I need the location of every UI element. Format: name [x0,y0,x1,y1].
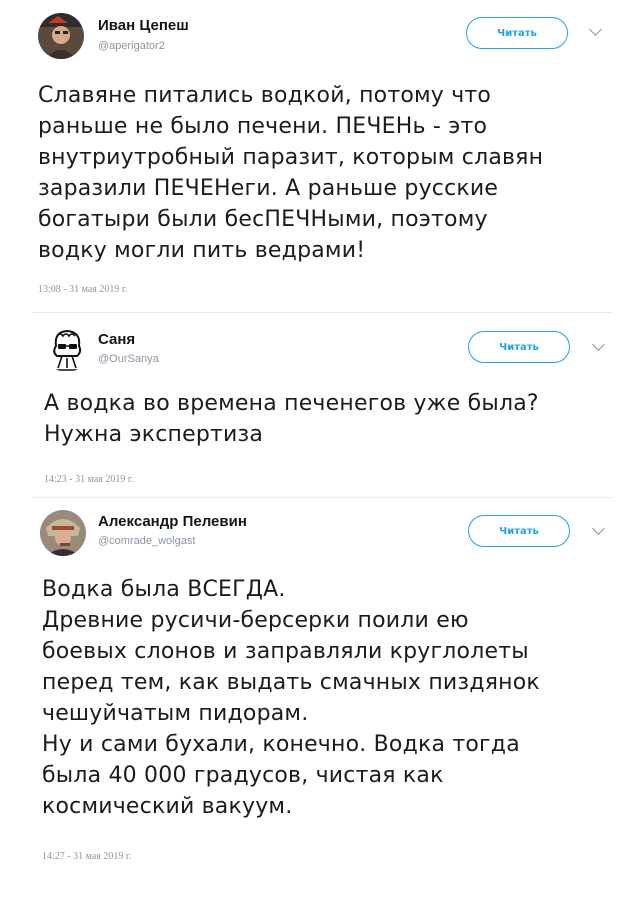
divider [32,497,612,498]
timestamp[interactable]: 14:23 - 31 мая 2019 г. [44,474,133,485]
author-name[interactable]: Иван Цепеш [98,17,189,34]
timestamp[interactable]: 14:27 - 31 мая 2019 г. [42,851,131,862]
avatar[interactable] [40,510,86,556]
avatar[interactable] [38,13,84,59]
timestamp[interactable]: 13:08 - 31 мая 2019 г. [38,284,127,295]
chevron-down-icon[interactable] [592,522,605,535]
avatar-photo-icon [40,510,86,556]
pushkin-sunglasses-avatar-icon [44,326,90,372]
chevron-down-icon[interactable] [592,338,605,351]
author-handle[interactable]: @aperigator2 [98,40,165,52]
follow-button[interactable]: Читать [468,515,570,547]
chevron-down-icon[interactable] [589,23,602,36]
author-handle[interactable]: @OurSanya [98,353,159,365]
tweet-text: Водка была ВСЕГДА. Древние русичи-берсер… [42,577,540,819]
avatar-photo-icon [38,13,84,59]
author-handle[interactable]: @comrade_wolgast [98,535,195,547]
tweet-text: А водка во времена печенегов уже была? Н… [44,391,539,447]
tweet-text: Славяне питались водкой, потому что рань… [38,83,544,263]
follow-button[interactable]: Читать [468,331,570,363]
tweet-1: Иван Цепеш @aperigator2 Читать Славяне п… [0,0,640,300]
avatar[interactable] [44,326,90,372]
author-name[interactable]: Александр Пелевин [98,513,247,530]
divider [32,312,612,313]
author-name[interactable]: Саня [98,331,135,348]
follow-button[interactable]: Читать [466,17,568,49]
